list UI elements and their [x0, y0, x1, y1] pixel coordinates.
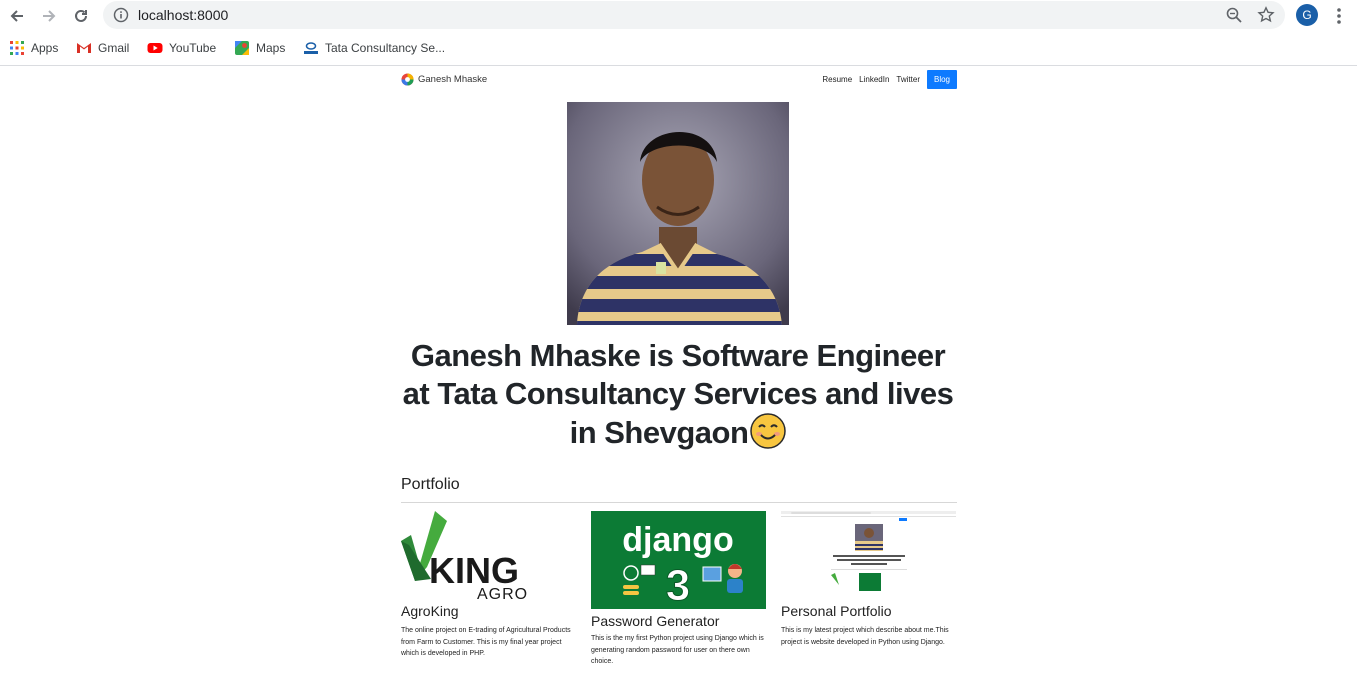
project-description: This is my latest project which describe…: [781, 627, 949, 646]
project-title[interactable]: Personal Portfolio: [781, 603, 892, 619]
project-description: This is the my first Python project usin…: [591, 635, 764, 665]
project-title[interactable]: Password Generator: [591, 613, 719, 629]
portfolio-heading: Portfolio: [401, 476, 460, 493]
forward-button[interactable]: [37, 4, 61, 28]
profile-photo: [567, 102, 789, 325]
bookmark-gmail[interactable]: Gmail: [76, 40, 129, 56]
agroking-logo-main: KING: [429, 550, 519, 591]
forward-arrow-icon: [43, 10, 56, 22]
chrome-divider: [0, 65, 1357, 66]
nav-linkedin[interactable]: LinkedIn: [859, 75, 889, 84]
address-bar[interactable]: localhost:8000: [103, 1, 1285, 29]
bookmark-youtube[interactable]: YouTube: [147, 40, 216, 56]
nav-links: Resume LinkedIn Twitter Blog: [822, 70, 957, 89]
back-button[interactable]: [5, 4, 29, 28]
project-title[interactable]: AgroKing: [401, 603, 459, 619]
bookmark-star-icon[interactable]: [1257, 6, 1275, 24]
zoom-icon[interactable]: [1225, 6, 1243, 24]
reload-icon: [75, 9, 87, 22]
bookmark-label: Apps: [31, 41, 59, 55]
maps-icon: [235, 41, 249, 55]
brand-logo-icon: [401, 73, 414, 86]
nav-twitter[interactable]: Twitter: [896, 75, 920, 84]
django-logo-text: django: [622, 521, 733, 559]
browser-toolbar: localhost:8000 G: [0, 0, 1357, 32]
agroking-logo-sub: AGRO: [477, 586, 528, 601]
smiling-face-emoji-icon: [750, 413, 787, 449]
info-icon[interactable]: [113, 7, 129, 23]
project-description: The online project on E-trading of Agric…: [401, 627, 571, 657]
headline-text: Ganesh Mhaske is Software Engineer at Ta…: [402, 338, 954, 450]
gmail-icon: [77, 43, 91, 53]
agroking-logo: KING AGRO: [401, 511, 528, 601]
reload-button[interactable]: [69, 4, 93, 28]
section-divider: [401, 502, 957, 503]
bookmark-label: YouTube: [169, 41, 217, 55]
more-menu-icon[interactable]: [1331, 6, 1347, 26]
bookmark-apps[interactable]: Apps: [9, 40, 58, 56]
back-arrow-icon: [10, 10, 23, 22]
bookmark-tata[interactable]: Tata Consultancy Se...: [303, 40, 445, 56]
bookmark-label: Maps: [256, 41, 286, 55]
brand-link[interactable]: Ganesh Mhaske: [401, 73, 487, 86]
django-logo: django 3: [591, 511, 766, 609]
url-text[interactable]: localhost:8000: [138, 7, 228, 23]
tata-icon: [304, 42, 318, 54]
profile-avatar[interactable]: G: [1296, 4, 1318, 26]
portfolio-screenshot-thumbnail: [781, 511, 956, 601]
youtube-icon: [147, 43, 163, 53]
django-version: 3: [666, 561, 690, 609]
site-navbar: Ganesh Mhaske Resume LinkedIn Twitter Bl…: [401, 70, 957, 90]
bookmark-label: Tata Consultancy Se...: [325, 41, 446, 55]
bookmarks-bar: Apps Gmail YouTube Maps Tata Consultancy…: [0, 34, 1357, 62]
bookmark-maps[interactable]: Maps: [234, 40, 285, 56]
apps-grid-icon: [10, 41, 24, 55]
nav-resume[interactable]: Resume: [822, 75, 852, 84]
bookmark-label: Gmail: [98, 41, 130, 55]
hero-headline: Ganesh Mhaske is Software Engineer at Ta…: [395, 337, 961, 452]
brand-name: Ganesh Mhaske: [418, 74, 488, 85]
nav-blog-button[interactable]: Blog: [926, 70, 957, 89]
